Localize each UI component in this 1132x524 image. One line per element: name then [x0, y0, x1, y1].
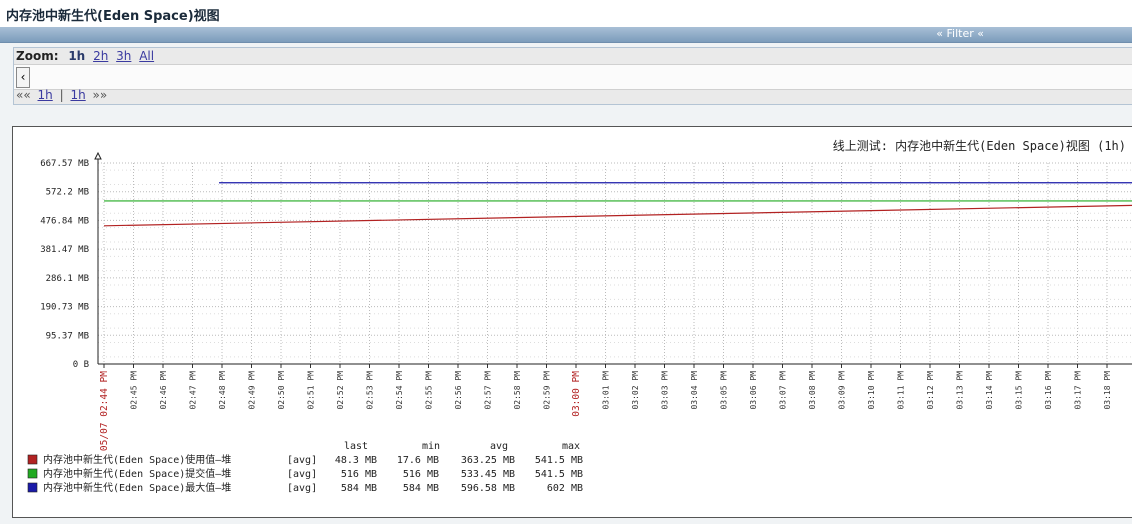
legend-value: 584 MB [403, 483, 439, 494]
timeline-scrollbar[interactable]: ‹ [14, 64, 1132, 90]
zoom-option-all[interactable]: All [139, 49, 154, 63]
nav-next[interactable]: »» [93, 88, 108, 102]
x-tick-label: 03:02 PM [631, 371, 640, 410]
y-tick-label: 0 B [73, 360, 89, 370]
x-tick-label: 03:07 PM [779, 371, 788, 410]
y-tick-label: 476.84 MB [40, 216, 89, 226]
legend-value: 17.6 MB [397, 455, 439, 466]
x-tick-label: 02:50 PM [277, 371, 286, 410]
y-tick-label: 381.47 MB [40, 245, 89, 255]
x-tick-label: 03:00 PM [571, 371, 582, 417]
x-tick-label: 03:05 PM [720, 371, 729, 410]
y-tick-label: 95.37 MB [46, 331, 89, 341]
zoom-row: Zoom: 1h 2h 3h All [16, 49, 154, 63]
nav-prev[interactable]: «« [16, 88, 31, 102]
line-chart: 线上测试: 内存池中新生代(Eden Space)视图 (1h) 667.57 M… [27, 138, 1132, 494]
zoom-current: 1h [68, 49, 86, 63]
x-tick-label: 02:54 PM [395, 371, 404, 410]
filter-toggle[interactable]: « Filter « [936, 27, 984, 40]
x-tick-label: 02:46 PM [159, 371, 168, 410]
graph-panel: 线上测试: 内存池中新生代(Eden Space)视图 (1h) 667.57 M… [12, 126, 1132, 518]
x-tick-label: 02:59 PM [543, 371, 552, 410]
series-line-0 [103, 204, 1132, 227]
legend-header: max [562, 441, 580, 452]
title-bar: 内存池中新生代(Eden Space)视图 [0, 0, 1132, 28]
period-nav: «« 1h | 1h »» [16, 88, 107, 102]
legend-aggregation: [avg] [287, 455, 317, 466]
nav-right-period[interactable]: 1h [70, 88, 85, 102]
legend-value: 596.58 MB [461, 483, 515, 494]
legend-swatch [27, 454, 38, 465]
x-tick-label: 02:52 PM [336, 371, 345, 410]
zoom-panel: Zoom: 1h 2h 3h All ‹ «« 1h | 1h »» [13, 47, 1132, 105]
nav-separator: | [59, 88, 64, 102]
x-tick-label: 02:58 PM [513, 371, 522, 410]
x-tick-label: 03:15 PM [1015, 371, 1024, 410]
legend-header: min [422, 441, 440, 452]
y-tick-label: 190.73 MB [40, 303, 89, 313]
legend-value: 48.3 MB [335, 455, 377, 466]
legend-value: 363.25 MB [461, 455, 515, 466]
y-tick-label: 286.1 MB [46, 274, 89, 284]
x-tick-label: 03:10 PM [867, 371, 876, 410]
legend-series-name: 内存池中新生代(Eden Space)使用值—堆 [43, 453, 231, 466]
x-tick-label: 03:13 PM [956, 371, 965, 410]
x-tick-label: 03:14 PM [985, 371, 994, 410]
filter-bar[interactable]: « Filter « [0, 27, 1132, 43]
x-tick-label: 03:06 PM [749, 371, 758, 410]
x-tick-label: 02:56 PM [454, 371, 463, 410]
zoom-option-3h[interactable]: 3h [116, 49, 131, 63]
x-tick-label: 03:16 PM [1044, 371, 1053, 410]
zoom-label: Zoom: [16, 49, 59, 63]
x-tick-label: 02:51 PM [307, 371, 316, 410]
legend-value: 541.5 MB [535, 469, 583, 480]
chevron-left-icon[interactable]: ‹ [16, 67, 30, 88]
legend-value: 533.45 MB [461, 469, 515, 480]
legend-swatch [27, 468, 38, 479]
x-tick-label: 03:09 PM [838, 371, 847, 410]
x-tick-label: 02:48 PM [218, 371, 227, 410]
x-tick-label: 05/07 02:44 PM [99, 371, 110, 451]
legend-header: last [344, 441, 368, 452]
x-tick-label: 03:12 PM [926, 371, 935, 410]
legend-series-name: 内存池中新生代(Eden Space)最大值—堆 [43, 481, 231, 494]
y-axis-arrow [94, 151, 102, 160]
legend-header: avg [490, 441, 508, 452]
y-tick-label: 572.2 MB [46, 188, 89, 198]
x-tick-label: 02:53 PM [366, 371, 375, 410]
x-tick-label: 03:17 PM [1074, 371, 1083, 410]
x-tick-label: 03:18 PM [1103, 371, 1112, 410]
x-tick-label: 03:04 PM [690, 371, 699, 410]
x-tick-label: 02:55 PM [425, 371, 434, 410]
chart-title: 线上测试: 内存池中新生代(Eden Space)视图 (1h) [833, 138, 1126, 153]
x-tick-label: 03:11 PM [897, 371, 906, 410]
legend-value: 602 MB [547, 483, 583, 494]
legend-aggregation: [avg] [287, 469, 317, 480]
legend-series-name: 内存池中新生代(Eden Space)提交值—堆 [43, 467, 231, 480]
nav-left-period[interactable]: 1h [38, 88, 53, 102]
legend-value: 516 MB [403, 469, 439, 480]
x-tick-label: 02:57 PM [484, 371, 493, 410]
x-tick-label: 03:01 PM [602, 371, 611, 410]
x-tick-label: 02:49 PM [248, 371, 257, 410]
legend-aggregation: [avg] [287, 483, 317, 494]
legend-value: 516 MB [341, 469, 377, 480]
x-tick-label: 03:03 PM [661, 371, 670, 410]
x-tick-label: 02:47 PM [189, 371, 198, 410]
x-tick-label: 02:45 PM [130, 371, 139, 410]
x-tick-label: 03:08 PM [808, 371, 817, 410]
legend-value: 584 MB [341, 483, 377, 494]
zoom-option-2h[interactable]: 2h [93, 49, 108, 63]
legend-value: 541.5 MB [535, 455, 583, 466]
y-tick-label: 667.57 MB [40, 159, 89, 169]
page-title: 内存池中新生代(Eden Space)视图 [6, 9, 220, 24]
legend-swatch [27, 482, 38, 493]
